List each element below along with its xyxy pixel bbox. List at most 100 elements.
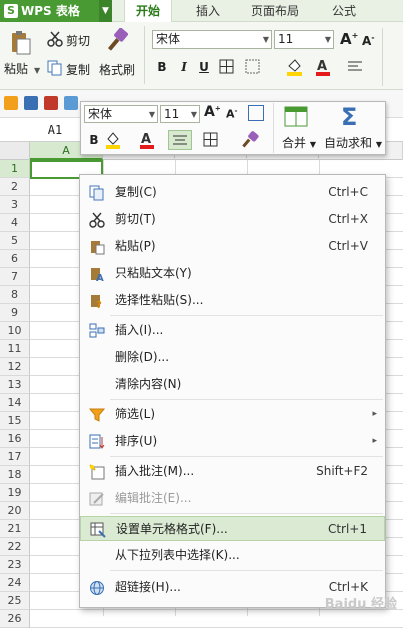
chevron-down-icon[interactable]: ▼ (99, 0, 112, 22)
mini-font-color-icon[interactable]: A (138, 130, 158, 150)
menu-item-clear[interactable]: 清除内容(N) (80, 372, 385, 397)
underline-button[interactable]: U (196, 59, 212, 75)
chevron-down-icon[interactable]: ▼ (34, 66, 40, 75)
shrink-font-button[interactable]: A- (362, 33, 375, 48)
row-header[interactable]: 7 (0, 268, 30, 286)
select-all-corner[interactable] (0, 142, 30, 160)
align-icon[interactable] (346, 58, 364, 76)
italic-button[interactable]: I (176, 59, 192, 75)
tab-home[interactable]: 开始 (124, 0, 172, 23)
menu-item-insert[interactable]: 插入(I)... (80, 318, 385, 343)
shortcut-label: Ctrl+V (328, 239, 368, 253)
row-header[interactable]: 3 (0, 196, 30, 214)
edit-comment-icon (89, 491, 105, 507)
borders-icon[interactable] (218, 58, 236, 76)
merge-button[interactable]: 合并 ▼ (282, 134, 316, 151)
menu-item-label: 排序(U) (115, 434, 158, 448)
font-color-icon[interactable]: A (314, 57, 334, 77)
row-header[interactable]: 16 (0, 430, 30, 448)
fill-color-icon[interactable] (285, 58, 305, 76)
divider (273, 103, 274, 153)
mini-fill-color-icon[interactable] (104, 130, 124, 150)
mini-font-select[interactable]: 宋体 ▼ (84, 105, 158, 123)
row-header[interactable]: 9 (0, 304, 30, 322)
row-header[interactable]: 1 (0, 160, 30, 178)
row-header[interactable]: 26 (0, 610, 30, 628)
paste-special-icon: ? (89, 293, 105, 311)
merge-cells-icon[interactable] (244, 58, 262, 76)
row-header[interactable]: 23 (0, 556, 30, 574)
hyperlink-icon (89, 580, 105, 596)
grow-font-button[interactable]: A+ (340, 30, 358, 48)
mini-bold-button[interactable]: B (86, 132, 102, 148)
menu-item-paste-text[interactable]: A 只粘贴文本(Y) (80, 261, 385, 286)
context-menu: 复制(C) Ctrl+C 剪切(T) Ctrl+X 粘贴(P) Ctrl+V A… (79, 174, 386, 608)
row-header[interactable]: 12 (0, 358, 30, 376)
row-header[interactable]: 8 (0, 286, 30, 304)
row-header[interactable]: 17 (0, 448, 30, 466)
row-header[interactable]: 4 (0, 214, 30, 232)
row-header[interactable]: 6 (0, 250, 30, 268)
mini-align-center-icon[interactable] (168, 130, 192, 150)
row-header[interactable]: 13 (0, 376, 30, 394)
chevron-down-icon: ▼ (190, 110, 197, 119)
clear-format-icon[interactable] (248, 105, 264, 121)
row-header[interactable]: 5 (0, 232, 30, 250)
mini-grow-label: A (204, 104, 215, 120)
tab-formula[interactable]: 公式 (322, 0, 366, 22)
row-header[interactable]: 11 (0, 340, 30, 358)
cut-button[interactable]: 剪切 (66, 32, 90, 49)
mini-size-select[interactable]: 11 ▼ (160, 105, 200, 123)
save-icon[interactable] (24, 96, 38, 110)
font-select[interactable]: 宋体 ▼ (152, 30, 272, 49)
row-header[interactable]: 25 (0, 592, 30, 610)
menu-item-insert-comment[interactable]: 插入批注(M)... Shift+F2 (80, 459, 385, 484)
tab-insert[interactable]: 插入 (186, 0, 230, 22)
open-folder-icon[interactable] (4, 96, 18, 110)
menu-item-paste-special[interactable]: ? 选择性粘贴(S)... (80, 288, 385, 313)
menu-item-filter[interactable]: 筛选(L) ▸ (80, 402, 385, 427)
mini-shrink-label: A (226, 107, 235, 121)
autosum-button[interactable]: 自动求和 ▼ (324, 134, 382, 151)
row-header[interactable]: 22 (0, 538, 30, 556)
mini-borders-icon[interactable] (203, 132, 219, 148)
menu-item-cut[interactable]: 剪切(T) Ctrl+X (80, 207, 385, 232)
menu-item-delete[interactable]: 删除(D)... (80, 345, 385, 370)
menu-item-pick-from-list[interactable]: 从下拉列表中选择(K)... (80, 543, 385, 568)
mini-format-painter-icon[interactable] (240, 130, 260, 150)
paste-button[interactable]: 粘贴 (4, 60, 28, 77)
menu-item-label: 清除内容(N) (115, 377, 182, 391)
menu-item-label: 超链接(H)... (115, 580, 181, 594)
row-header[interactable]: 20 (0, 502, 30, 520)
app-menu-button[interactable]: S WPS 表格 ▼ (0, 0, 112, 22)
menu-item-paste[interactable]: 粘贴(P) Ctrl+V (80, 234, 385, 259)
menu-separator (110, 399, 383, 400)
mini-font-name: 宋体 (88, 107, 113, 121)
menu-item-sort[interactable]: 排序(U) ▸ (80, 429, 385, 454)
divider (144, 26, 145, 84)
bold-button[interactable]: B (154, 59, 170, 75)
row-header[interactable]: 21 (0, 520, 30, 538)
wps-logo-icon: S (4, 4, 18, 18)
copy-button[interactable]: 复制 (66, 61, 90, 78)
row-header[interactable]: 2 (0, 178, 30, 196)
row-header[interactable]: 18 (0, 466, 30, 484)
row-header[interactable]: 24 (0, 574, 30, 592)
row-header[interactable]: 19 (0, 484, 30, 502)
menu-item-copy[interactable]: 复制(C) Ctrl+C (80, 180, 385, 205)
row-header[interactable]: 10 (0, 322, 30, 340)
print-icon[interactable] (64, 96, 78, 110)
svg-text:A: A (141, 132, 151, 147)
menu-item-format-cells[interactable]: 设置单元格格式(F)... Ctrl+1 (80, 516, 385, 541)
divider (382, 28, 383, 86)
row-header[interactable]: 14 (0, 394, 30, 412)
export-pdf-icon[interactable] (44, 96, 58, 110)
paste-icon[interactable] (6, 30, 34, 56)
row-header[interactable]: 15 (0, 412, 30, 430)
format-painter-button[interactable]: 格式刷 (99, 61, 135, 78)
tab-page-layout[interactable]: 页面布局 (244, 0, 306, 22)
mini-shrink-font-button[interactable]: A- (226, 107, 237, 121)
mini-grow-font-button[interactable]: A+ (204, 104, 221, 120)
chevron-down-icon: ▼ (324, 35, 331, 44)
font-size-select[interactable]: 11 ▼ (274, 30, 334, 49)
